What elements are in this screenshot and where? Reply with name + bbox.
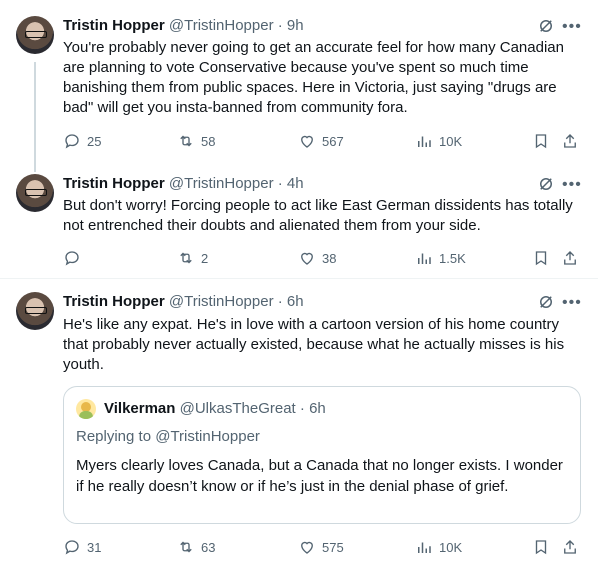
repost-icon	[180, 541, 192, 553]
dot-separator: ·	[273, 17, 287, 34]
timestamp[interactable]: 6h	[287, 293, 304, 310]
tweet-text: He's like any expat. He's in love with a…	[63, 316, 565, 373]
repost-count: 63	[201, 539, 216, 555]
dot-separator: ·	[273, 175, 287, 192]
reply-icon	[65, 251, 79, 266]
tweet-actions: 25 58 567 10K	[63, 131, 583, 151]
share-icon	[564, 251, 576, 265]
reply-button[interactable]: 25	[63, 131, 101, 151]
like-count: 575	[322, 539, 344, 555]
quoted-author-name[interactable]: Vilkerman	[104, 400, 175, 417]
views-icon	[418, 542, 431, 553]
repost-button[interactable]: 58	[177, 131, 215, 151]
bookmark-button[interactable]	[532, 537, 550, 557]
like-button[interactable]: 38	[298, 248, 336, 268]
reply-count: 31	[87, 539, 102, 555]
like-count: 38	[322, 250, 337, 266]
quoted-avatar[interactable]	[76, 399, 96, 419]
repost-icon	[180, 135, 192, 147]
reply-count: 25	[87, 133, 102, 149]
timestamp[interactable]: 4h	[287, 175, 304, 192]
timestamp[interactable]: 9h	[287, 17, 304, 34]
author-name[interactable]: Tristin Hopper	[63, 175, 165, 192]
author-name[interactable]: Tristin Hopper	[63, 293, 165, 310]
tweet-text: You're probably never going to get an ac…	[63, 39, 564, 116]
reply-button[interactable]: 31	[63, 537, 101, 557]
grok-icon[interactable]	[537, 175, 555, 193]
quoted-tweet[interactable]: Vilkerman @UlkasTheGreat · 6h Replying t…	[63, 386, 581, 524]
reply-button[interactable]	[63, 248, 87, 268]
quoted-author-handle[interactable]: @UlkasTheGreat	[180, 400, 296, 417]
tweet-header: Tristin Hopper @TristinHopper · 4h	[63, 174, 304, 194]
views-icon	[418, 136, 431, 147]
dot-separator: ·	[295, 400, 310, 417]
author-handle[interactable]: @TristinHopper	[169, 293, 274, 310]
share-button[interactable]	[561, 537, 579, 557]
like-button[interactable]: 567	[298, 131, 344, 151]
bookmark-button[interactable]	[532, 131, 550, 151]
like-count: 567	[322, 133, 344, 149]
avatar[interactable]	[16, 174, 54, 212]
bookmark-icon	[535, 540, 547, 555]
avatar[interactable]	[16, 16, 54, 54]
views-button[interactable]: 10K	[415, 537, 462, 557]
quoted-timestamp: 6h	[309, 400, 326, 417]
repost-button[interactable]: 63	[177, 537, 215, 557]
views-button[interactable]: 1.5K	[415, 248, 466, 268]
replying-to-label: Replying to	[76, 428, 156, 445]
repost-count: 2	[201, 250, 209, 266]
thread-line	[34, 62, 36, 172]
tweet-actions: 31 63 575 10K	[63, 537, 583, 557]
grok-icon[interactable]	[537, 17, 555, 35]
repost-button[interactable]: 2	[177, 248, 208, 268]
tweet-header: Tristin Hopper @TristinHopper · 9h	[63, 16, 304, 36]
replying-to-handle[interactable]: @TristinHopper	[155, 428, 260, 445]
like-icon	[301, 541, 313, 554]
more-icon[interactable]: •••	[562, 177, 582, 196]
repost-icon	[180, 252, 192, 264]
views-count: 1.5K	[439, 250, 466, 266]
views-button[interactable]: 10K	[415, 131, 462, 151]
like-icon	[301, 252, 313, 265]
reply-icon	[65, 134, 79, 149]
replying-to: Replying to @TristinHopper	[76, 427, 260, 447]
bookmark-button[interactable]	[532, 248, 550, 268]
author-handle[interactable]: @TristinHopper	[169, 17, 274, 34]
grok-icon[interactable]	[537, 293, 555, 311]
views-count: 10K	[439, 539, 463, 555]
tweet-text: But don't worry! Forcing people to act l…	[63, 197, 573, 234]
tweet-actions: 2 38 1.5K	[63, 248, 583, 268]
avatar[interactable]	[16, 292, 54, 330]
share-icon	[564, 540, 576, 554]
more-icon[interactable]: •••	[562, 19, 582, 38]
author-name[interactable]: Tristin Hopper	[63, 17, 165, 34]
bookmark-icon	[535, 134, 547, 149]
share-button[interactable]	[561, 131, 579, 151]
bookmark-icon	[535, 251, 547, 266]
tweet-divider	[0, 278, 598, 279]
like-icon	[301, 135, 313, 148]
like-button[interactable]: 575	[298, 537, 344, 557]
quoted-header: Vilkerman @UlkasTheGreat · 6h	[104, 399, 326, 419]
dot-separator: ·	[273, 293, 287, 310]
author-handle[interactable]: @TristinHopper	[169, 175, 274, 192]
views-icon	[418, 253, 431, 264]
quoted-text: Myers clearly loves Canada, but a Canada…	[76, 457, 563, 495]
share-icon	[564, 134, 576, 148]
reply-icon	[65, 540, 79, 555]
tweet-header: Tristin Hopper @TristinHopper · 6h	[63, 292, 304, 312]
share-button[interactable]	[561, 248, 579, 268]
repost-count: 58	[201, 133, 216, 149]
views-count: 10K	[439, 133, 463, 149]
more-icon[interactable]: •••	[562, 295, 582, 314]
